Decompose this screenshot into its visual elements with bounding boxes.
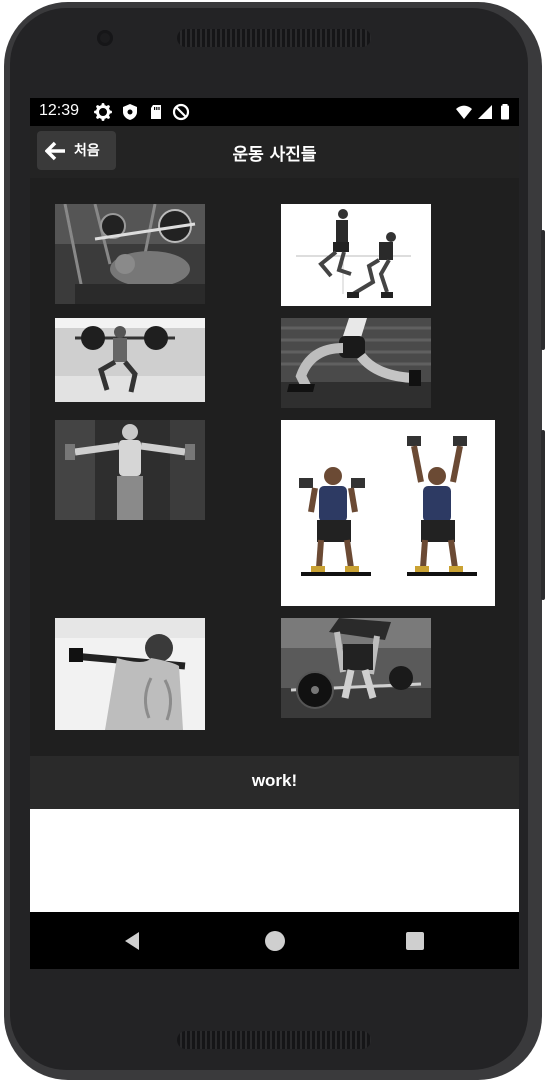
front-camera (97, 30, 113, 46)
gear-icon (94, 103, 112, 121)
pull-up-photo[interactable] (55, 618, 205, 730)
navigation-bar (30, 912, 519, 969)
blank-content-area (30, 809, 519, 912)
bottom-speaker-grille (177, 1031, 371, 1049)
power-button (541, 430, 545, 600)
no-disturb-icon (172, 103, 190, 121)
home-icon[interactable] (265, 931, 285, 951)
recents-icon[interactable] (406, 932, 424, 950)
shield-icon (123, 104, 137, 120)
page-title: 운동 사진들 (232, 145, 317, 165)
battery-icon (501, 104, 509, 120)
cell-signal-icon (478, 105, 492, 119)
jump-squat-photo[interactable] (281, 204, 431, 306)
lateral-raise-photo[interactable] (55, 420, 205, 520)
exercise-photo-grid (30, 178, 519, 756)
volume-button (541, 230, 545, 350)
barbell-squat-photo[interactable] (55, 318, 205, 402)
work-label: work! (251, 771, 298, 790)
dumbbell-shoulder-press-photo[interactable] (281, 420, 495, 606)
bottom-label-bar: work! (30, 756, 519, 809)
top-speaker-grille (177, 29, 371, 47)
phone-frame: 12:39 처음 운동 사진들 work! (0, 0, 547, 1084)
sd-card-icon (151, 105, 161, 119)
status-bar: 12:39 (30, 98, 519, 126)
app-bar: 처음 운동 사진들 (30, 126, 519, 178)
status-time: 12:39 (39, 102, 80, 119)
bench-press-photo[interactable] (55, 204, 205, 304)
lunge-photo[interactable] (281, 318, 431, 408)
phone-screen: 12:39 처음 운동 사진들 work! (30, 98, 519, 969)
wifi-icon (456, 105, 472, 119)
back-icon[interactable] (122, 931, 142, 951)
deadlift-photo[interactable] (281, 618, 431, 718)
